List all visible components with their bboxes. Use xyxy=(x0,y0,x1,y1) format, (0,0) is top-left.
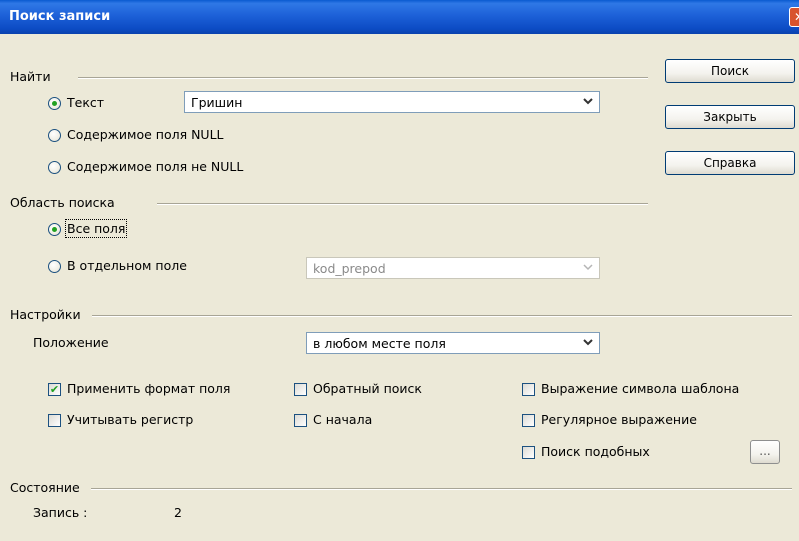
regex-label[interactable]: Регулярное выражение xyxy=(541,412,697,427)
find-group-divider xyxy=(78,77,648,79)
radio-not-null[interactable] xyxy=(48,161,61,174)
position-select[interactable]: в любом месте поля xyxy=(306,332,600,354)
radio-all-fields[interactable] xyxy=(48,223,61,236)
area-group-label: Область поиска xyxy=(10,195,115,210)
close-button[interactable]: Закрыть xyxy=(665,105,795,129)
reverse-search-label[interactable]: Обратный поиск xyxy=(313,381,422,396)
window-title: Поиск записи xyxy=(9,9,111,24)
chevron-down-icon xyxy=(583,264,593,271)
match-case-checkbox[interactable] xyxy=(48,414,61,427)
title-bar: Поиск записи ✕ xyxy=(0,0,799,34)
position-label: Положение xyxy=(33,335,109,350)
record-label: Запись : xyxy=(33,505,88,520)
from-start-checkbox[interactable] xyxy=(294,414,307,427)
status-group-divider xyxy=(91,488,792,490)
find-group-label: Найти xyxy=(10,69,51,84)
similarity-checkbox[interactable] xyxy=(522,446,535,459)
wildcard-checkbox[interactable] xyxy=(522,383,535,396)
field-value: kod_prepod xyxy=(313,261,386,276)
reverse-search-checkbox[interactable] xyxy=(294,383,307,396)
help-button[interactable]: Справка xyxy=(665,151,795,175)
similarity-label[interactable]: Поиск подобных xyxy=(541,444,650,459)
close-icon[interactable]: ✕ xyxy=(789,7,799,27)
match-case-label[interactable]: Учитывать регистр xyxy=(67,412,193,427)
regex-checkbox[interactable] xyxy=(522,414,535,427)
chevron-down-icon[interactable] xyxy=(583,95,593,107)
apply-format-label[interactable]: Применить формат поля xyxy=(67,381,230,396)
chevron-down-icon[interactable] xyxy=(583,336,593,348)
search-value: Гришин xyxy=(191,95,243,110)
status-group-label: Состояние xyxy=(10,480,80,495)
radio-text-label[interactable]: Текст xyxy=(67,95,104,110)
settings-group-label: Настройки xyxy=(10,307,81,322)
record-value: 2 xyxy=(174,505,182,520)
wildcard-label[interactable]: Выражение символа шаблона xyxy=(541,381,739,396)
similarity-options-button[interactable]: ... xyxy=(750,440,780,464)
settings-group-divider xyxy=(92,315,792,317)
area-group-divider xyxy=(157,203,648,205)
position-value: в любом месте поля xyxy=(313,336,446,351)
radio-text[interactable] xyxy=(48,97,61,110)
from-start-label[interactable]: С начала xyxy=(313,412,372,427)
field-select[interactable]: kod_prepod xyxy=(306,257,600,279)
radio-all-fields-label[interactable]: Все поля xyxy=(64,219,128,238)
radio-single-field[interactable] xyxy=(48,260,61,273)
radio-null-label[interactable]: Содержимое поля NULL xyxy=(67,127,224,142)
radio-single-field-label[interactable]: В отдельном поле xyxy=(67,258,187,273)
radio-null[interactable] xyxy=(48,129,61,142)
search-value-combo[interactable]: Гришин xyxy=(184,91,600,113)
apply-format-checkbox[interactable]: ✔ xyxy=(48,383,61,396)
search-button[interactable]: Поиск xyxy=(665,59,795,83)
radio-not-null-label[interactable]: Содержимое поля не NULL xyxy=(67,159,243,174)
